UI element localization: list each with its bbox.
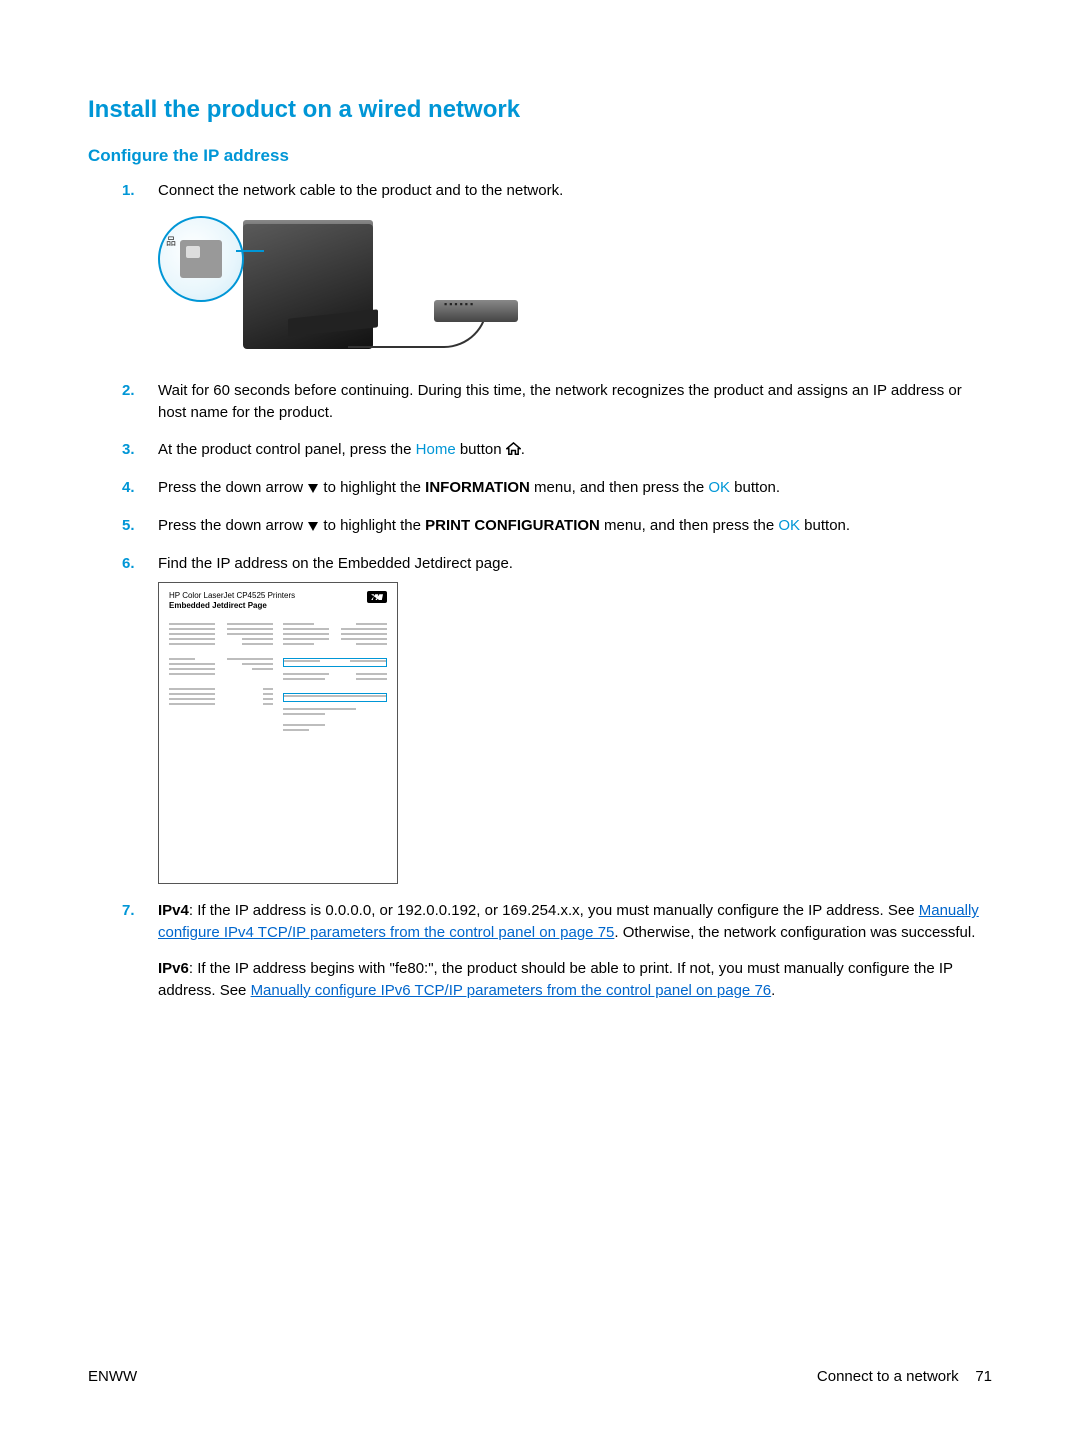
step-number: 2. — [122, 380, 135, 402]
step-number: 1. — [122, 180, 135, 202]
footer-right: Connect to a network 71 — [817, 1368, 992, 1385]
ipv4-label: IPv4 — [158, 902, 189, 919]
steps-list: 1. Connect the network cable to the prod… — [88, 180, 992, 1001]
jd-title-line1: HP Color LaserJet CP4525 Printers — [169, 591, 295, 601]
step-number: 6. — [122, 553, 135, 575]
ok-label: OK — [778, 517, 800, 534]
step-text: Connect the network cable to the product… — [158, 182, 563, 199]
step-text: Wait for 60 seconds before continuing. D… — [158, 382, 962, 421]
step-text: . Otherwise, the network configuration w… — [614, 924, 975, 941]
page-title: Install the product on a wired network — [88, 96, 992, 124]
home-icon — [506, 442, 521, 455]
step-text: Find the IP address on the Embedded Jetd… — [158, 555, 513, 572]
down-arrow-icon — [308, 484, 318, 493]
page-footer: ENWW Connect to a network 71 — [88, 1368, 992, 1385]
zoom-network-port-icon — [158, 216, 244, 302]
ip-highlight-box — [283, 693, 387, 702]
step-text: menu, and then press the — [530, 479, 708, 496]
ip-highlight-box — [283, 658, 387, 667]
step-4: 4. Press the down arrow to highlight the… — [158, 477, 992, 499]
step-text: At the product control panel, press the — [158, 441, 416, 458]
step-text: Press the down arrow — [158, 517, 307, 534]
step-7: 7. IPv4: If the IP address is 0.0.0.0, o… — [158, 900, 992, 1001]
step-text: button — [456, 441, 506, 458]
home-label: Home — [416, 441, 456, 458]
ipv6-label: IPv6 — [158, 960, 189, 977]
step-number: 7. — [122, 900, 135, 922]
step-6: 6. Find the IP address on the Embedded J… — [158, 553, 992, 885]
step-number: 4. — [122, 477, 135, 499]
step-number: 3. — [122, 439, 135, 461]
footer-section: Connect to a network — [817, 1368, 959, 1385]
jetdirect-page-illustration: HP Color LaserJet CP4525 Printers Embedd… — [158, 582, 398, 884]
step-text: to highlight the — [319, 479, 425, 496]
section-title: Configure the IP address — [88, 146, 992, 166]
step-1: 1. Connect the network cable to the prod… — [158, 180, 992, 364]
ok-label: OK — [708, 479, 730, 496]
step-number: 5. — [122, 515, 135, 537]
step-3: 3. At the product control panel, press t… — [158, 439, 992, 461]
step-text: to highlight the — [319, 517, 425, 534]
step-text: button. — [730, 479, 780, 496]
step-text: . — [771, 982, 775, 999]
menu-name: INFORMATION — [425, 479, 530, 496]
menu-name: PRINT CONFIGURATION — [425, 517, 600, 534]
step-text: . — [521, 441, 525, 458]
step-text: Press the down arrow — [158, 479, 307, 496]
ipv6-config-link[interactable]: Manually configure IPv6 TCP/IP parameter… — [251, 982, 772, 999]
step-2: 2. Wait for 60 seconds before continuing… — [158, 380, 992, 424]
step-text: button. — [800, 517, 850, 534]
step-text: menu, and then press the — [600, 517, 778, 534]
footer-left: ENWW — [88, 1368, 137, 1385]
step-5: 5. Press the down arrow to highlight the… — [158, 515, 992, 537]
page-number: 71 — [975, 1368, 992, 1385]
step-text: : If the IP address is 0.0.0.0, or 192.0… — [189, 902, 919, 919]
down-arrow-icon — [308, 522, 318, 531]
jd-title-line2: Embedded Jetdirect Page — [169, 601, 295, 611]
printer-network-illustration — [158, 214, 518, 364]
hp-logo-icon — [367, 591, 387, 603]
network-switch-icon — [434, 300, 518, 322]
